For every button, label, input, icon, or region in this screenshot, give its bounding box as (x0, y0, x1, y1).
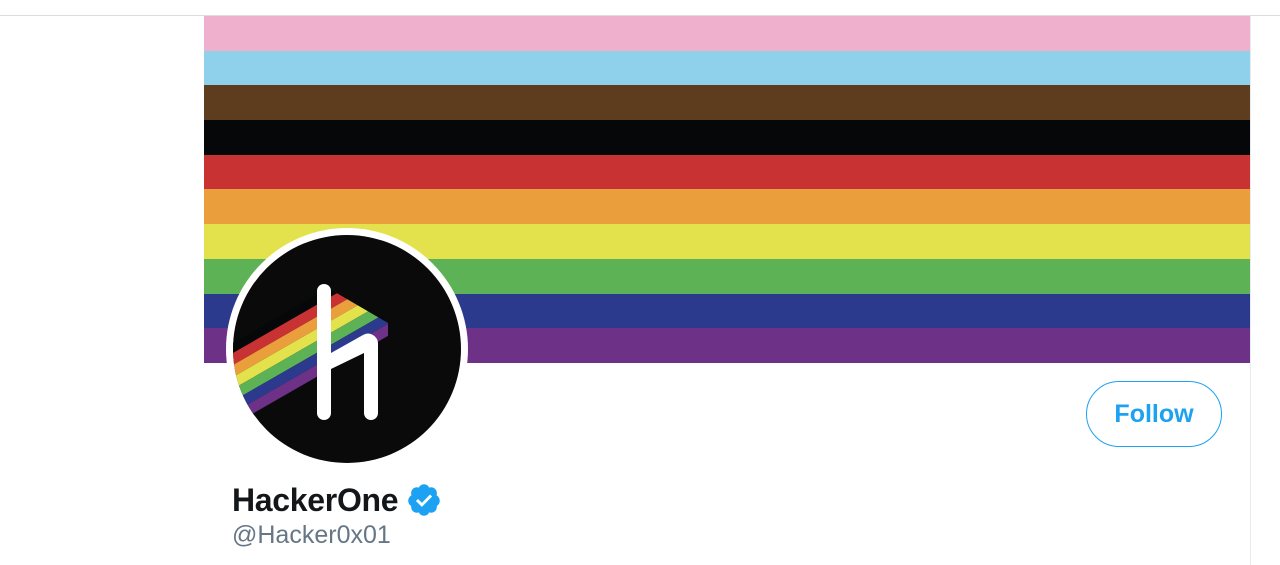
profile-handle[interactable]: @Hacker0x01 (232, 521, 391, 550)
display-name[interactable]: HackerOne (232, 482, 399, 519)
name-row: HackerOne (232, 480, 442, 520)
banner-stripe (204, 120, 1250, 155)
banner-stripe (204, 154, 1250, 190)
banner-stripe (204, 50, 1250, 86)
hackerone-logo-icon (233, 235, 461, 463)
banner-stripe (204, 85, 1250, 121)
profile-avatar[interactable] (226, 228, 468, 470)
profile-card: Follow HackerOne @Hacker0x01 (204, 16, 1251, 565)
banner-stripe (204, 189, 1250, 225)
follow-button[interactable]: Follow (1086, 381, 1222, 447)
verified-badge-icon (406, 482, 442, 518)
banner-stripe (204, 16, 1250, 51)
